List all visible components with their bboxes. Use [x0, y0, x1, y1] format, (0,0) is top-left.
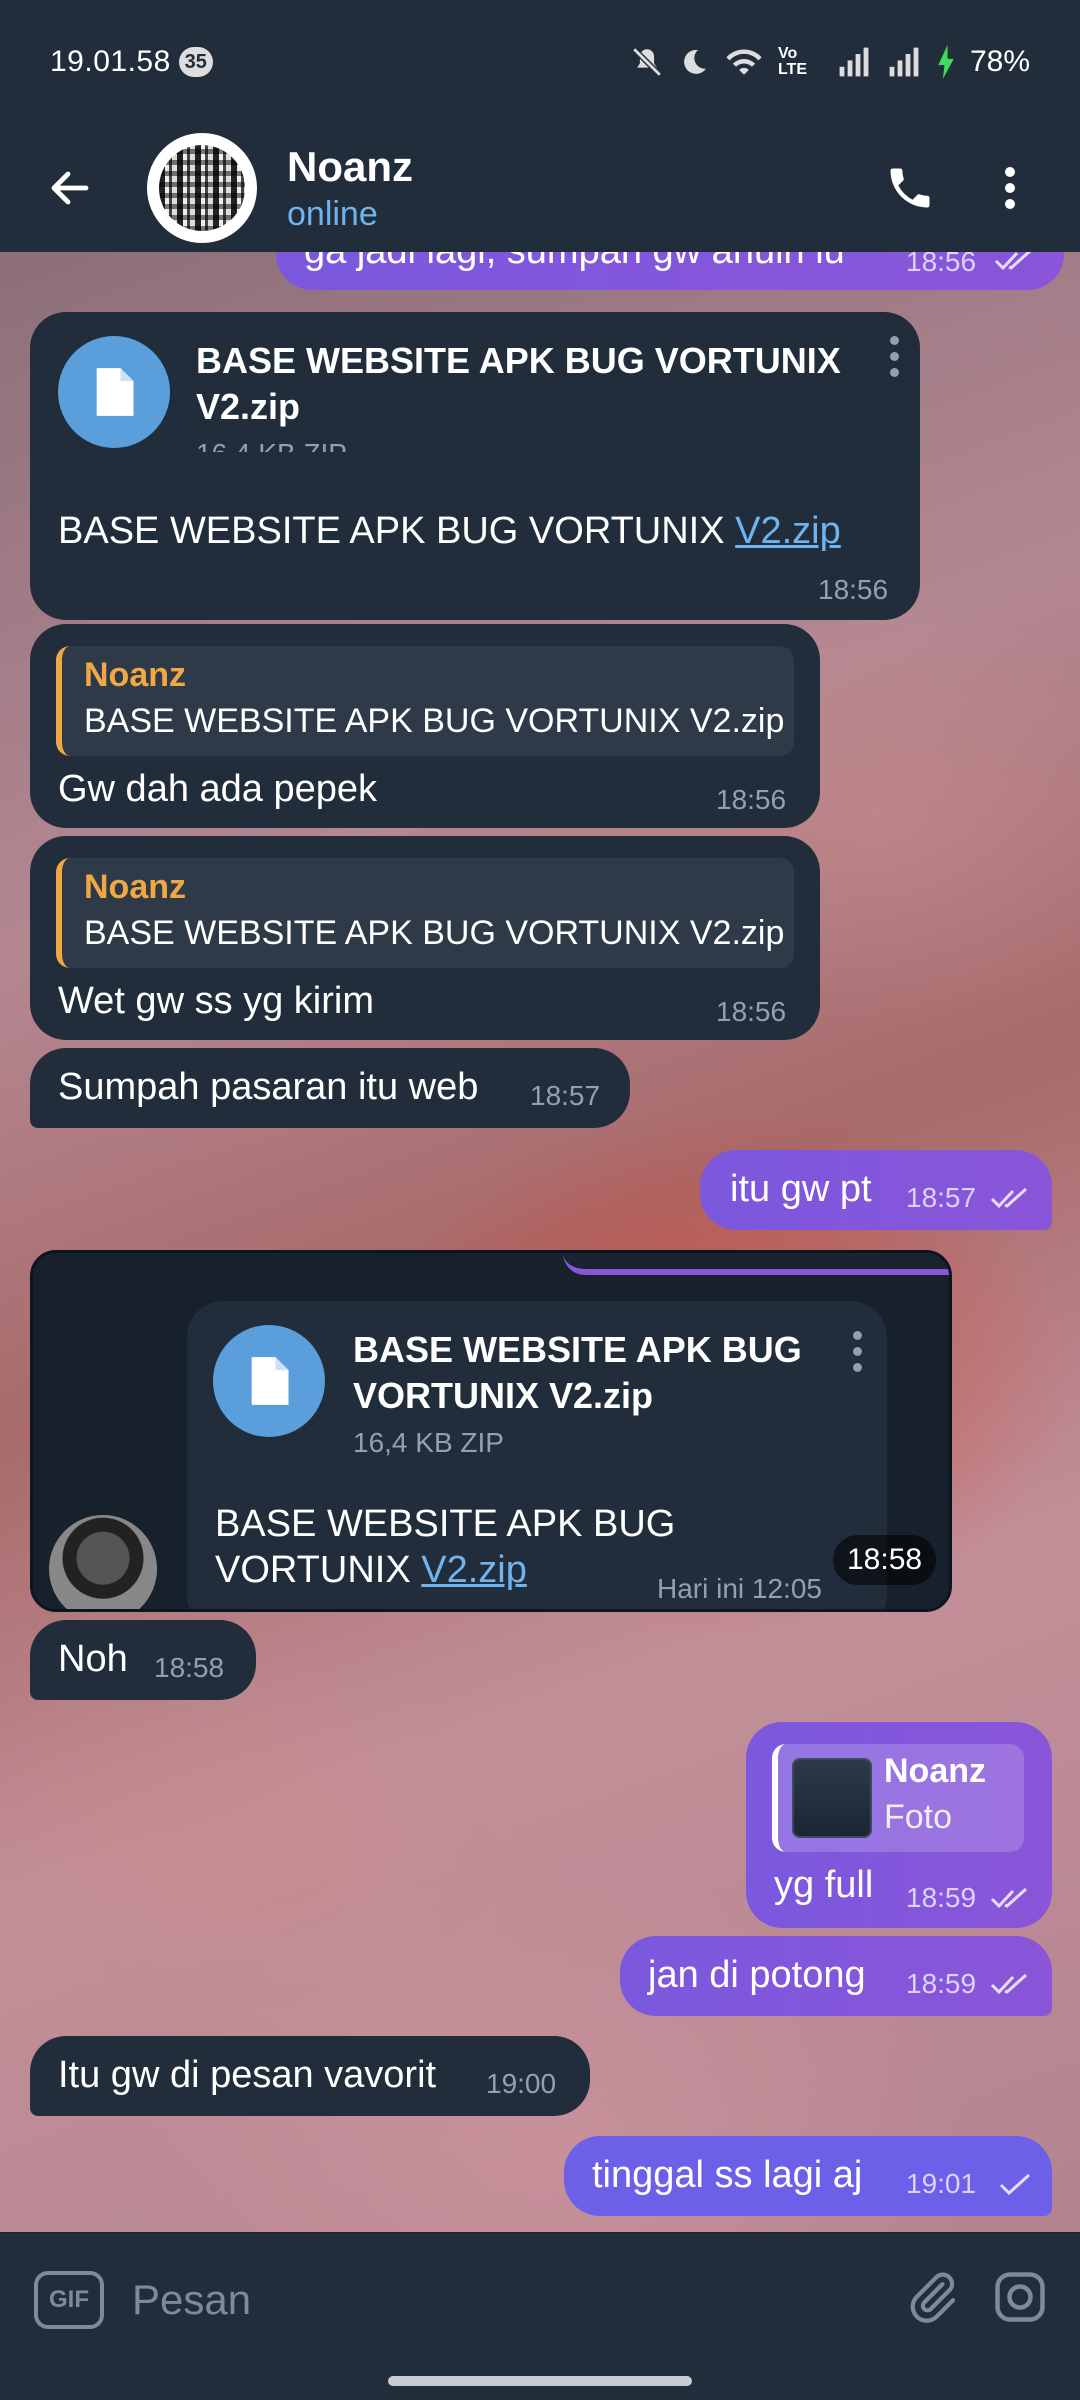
photo-small-avatar: [49, 1515, 157, 1609]
reply-author: Noanz: [84, 868, 186, 906]
message-time: 19:01: [906, 2168, 977, 2199]
message-text: ga jadi lagi, sumpah gw anuin lu: [304, 252, 894, 274]
message-text: Noh: [58, 1638, 128, 1680]
incoming-reply-message[interactable]: Noanz BASE WEBSITE APK BUG VORTUNIX V2.z…: [30, 624, 820, 828]
message-text: Gw dah ada pepek: [58, 768, 378, 810]
message-time: 18:58: [154, 1652, 225, 1683]
do-not-disturb-moon-icon: [678, 46, 710, 78]
call-button[interactable]: [860, 138, 960, 238]
reply-text: Foto: [884, 1798, 953, 1836]
message-time: 18:57: [906, 1182, 977, 1213]
gif-button[interactable]: GIF: [34, 2270, 104, 2329]
message-text: yg full: [774, 1864, 874, 1906]
message-time: 18:56: [716, 996, 787, 1027]
outgoing-message[interactable]: tinggal ss lagi aj 19:01: [564, 2136, 1052, 2216]
signal-icon: [836, 46, 872, 78]
message-input-bar: GIF Pesan: [0, 2232, 1080, 2366]
reply-text: BASE WEBSITE APK BUG VORTUNIX V2.zip: [84, 702, 785, 740]
back-arrow-icon: [51, 171, 89, 205]
chat-messages[interactable]: ga jadi lagi, sumpah gw anuin lu 18:56 B…: [0, 252, 1080, 2232]
file-caption-text: BASE WEBSITE APK BUG VORTUNIX: [58, 510, 736, 552]
reply-preview[interactable]: Noanz BASE WEBSITE APK BUG VORTUNIX V2.z…: [56, 858, 794, 968]
inner-caption-link: V2.zip: [421, 1549, 527, 1591]
outgoing-message[interactable]: itu gw pt 18:57: [700, 1150, 1052, 1230]
more-vertical-icon: [1005, 167, 1015, 209]
file-caption: BASE WEBSITE APK BUG VORTUNIX V2.zip: [58, 508, 841, 554]
phone-icon: [890, 168, 930, 208]
inner-file-date: Hari ini 12:05: [657, 1573, 822, 1604]
reply-preview[interactable]: Noanz BASE WEBSITE APK BUG VORTUNIX V2.z…: [56, 646, 794, 756]
peer-info[interactable]: Noanz online: [287, 143, 413, 234]
charging-icon: [936, 45, 956, 79]
message-text: Wet gw ss yg kirim: [58, 980, 375, 1022]
status-time: 19.01.58: [50, 45, 171, 78]
signal-icon-2: [886, 46, 922, 78]
incoming-reply-message[interactable]: Noanz BASE WEBSITE APK BUG VORTUNIX V2.z…: [30, 836, 820, 1040]
wifi-icon: [724, 46, 764, 78]
inner-file-meta: 16,4 KB ZIP: [353, 1427, 504, 1458]
inner-file-menu-icon: [853, 1331, 863, 1379]
chat-header: Noanz online: [0, 124, 1080, 252]
read-checkmarks-icon: [990, 1973, 1028, 1995]
message-time: 18:56: [818, 574, 889, 605]
message-time: 18:59: [906, 1968, 977, 1999]
more-options-button[interactable]: [960, 138, 1060, 238]
reply-author: Noanz: [884, 1752, 986, 1790]
message-text: Itu gw di pesan vavorit: [58, 2054, 437, 2096]
message-text: Sumpah pasaran itu web: [58, 1066, 479, 1108]
reply-text: BASE WEBSITE APK BUG VORTUNIX V2.zip: [84, 914, 785, 952]
read-checkmarks-icon: [990, 1187, 1028, 1209]
reply-author: Noanz: [84, 656, 186, 694]
message-time: 18:59: [906, 1882, 977, 1913]
inner-file-title: BASE WEBSITE APK BUG VORTUNIX V2.zip: [353, 1329, 802, 1416]
outgoing-message[interactable]: ga jadi lagi, sumpah gw anuin lu 18:56: [276, 252, 1064, 290]
message-time: 18:56: [716, 784, 787, 815]
outgoing-message[interactable]: jan di potong 18:59: [620, 1936, 1052, 2016]
peer-status: online: [287, 194, 378, 233]
file-menu-icon[interactable]: [890, 336, 900, 384]
avatar[interactable]: [147, 133, 257, 243]
inner-file-caption: BASE WEBSITE APK BUG VORTUNIX V2.zip: [215, 1501, 715, 1593]
status-bar: 19.01.58 35 Vo LTE 78%: [0, 0, 1080, 124]
home-gesture-handle[interactable]: [388, 2376, 692, 2386]
read-checkmarks-icon: [990, 1887, 1028, 1909]
incoming-message[interactable]: Noh 18:58: [30, 1620, 256, 1700]
read-checkmarks-icon: [994, 252, 1032, 271]
outgoing-reply-message[interactable]: Noanz Foto yg full 18:59: [746, 1722, 1052, 1928]
photo-inner-file-card: BASE WEBSITE APK BUG VORTUNIX V2.zip 16,…: [187, 1301, 887, 1609]
incoming-file-caption[interactable]: BASE WEBSITE APK BUG VORTUNIX V2.zip 18:…: [30, 452, 920, 620]
volte-icon: Vo LTE: [777, 45, 807, 78]
file-caption-link[interactable]: V2.zip: [735, 510, 841, 552]
battery-percent: 78%: [969, 45, 1030, 78]
message-time: 18:58: [847, 1543, 923, 1576]
message-input[interactable]: Pesan: [132, 2276, 251, 2324]
message-time: 19:00: [486, 2068, 557, 2099]
file-icon: [213, 1325, 325, 1437]
photo-top-strip: [563, 1253, 949, 1275]
message-text: tinggal ss lagi aj: [592, 2154, 863, 2196]
mute-icon: [630, 45, 664, 79]
attach-button[interactable]: [904, 2269, 960, 2330]
incoming-message[interactable]: Sumpah pasaran itu web 18:57: [30, 1048, 630, 1128]
back-button[interactable]: [15, 133, 125, 243]
message-text: itu gw pt: [730, 1168, 872, 1210]
photo-time-badge: 18:58: [833, 1535, 937, 1585]
reply-photo-thumbnail: [792, 1758, 872, 1838]
paperclip-icon: [910, 2272, 956, 2323]
notification-count-badge: 35: [178, 47, 213, 77]
camera-icon: [995, 2272, 1045, 2322]
peer-name: Noanz: [287, 142, 413, 190]
reply-preview[interactable]: Noanz Foto: [772, 1744, 1024, 1852]
message-time: 18:57: [530, 1080, 601, 1111]
system-nav-bar: [0, 2366, 1080, 2400]
sent-checkmark-icon: [999, 2173, 1031, 2196]
file-title: BASE WEBSITE APK BUG VORTUNIX V2.zip: [196, 340, 841, 427]
incoming-photo-message[interactable]: BASE WEBSITE APK BUG VORTUNIX V2.zip 16,…: [30, 1250, 952, 1612]
message-time: 18:56: [906, 252, 977, 277]
incoming-message[interactable]: Itu gw di pesan vavorit 19:00: [30, 2036, 590, 2116]
camera-button[interactable]: [990, 2267, 1050, 2332]
message-text: jan di potong: [648, 1954, 866, 1996]
file-icon[interactable]: [58, 336, 170, 448]
